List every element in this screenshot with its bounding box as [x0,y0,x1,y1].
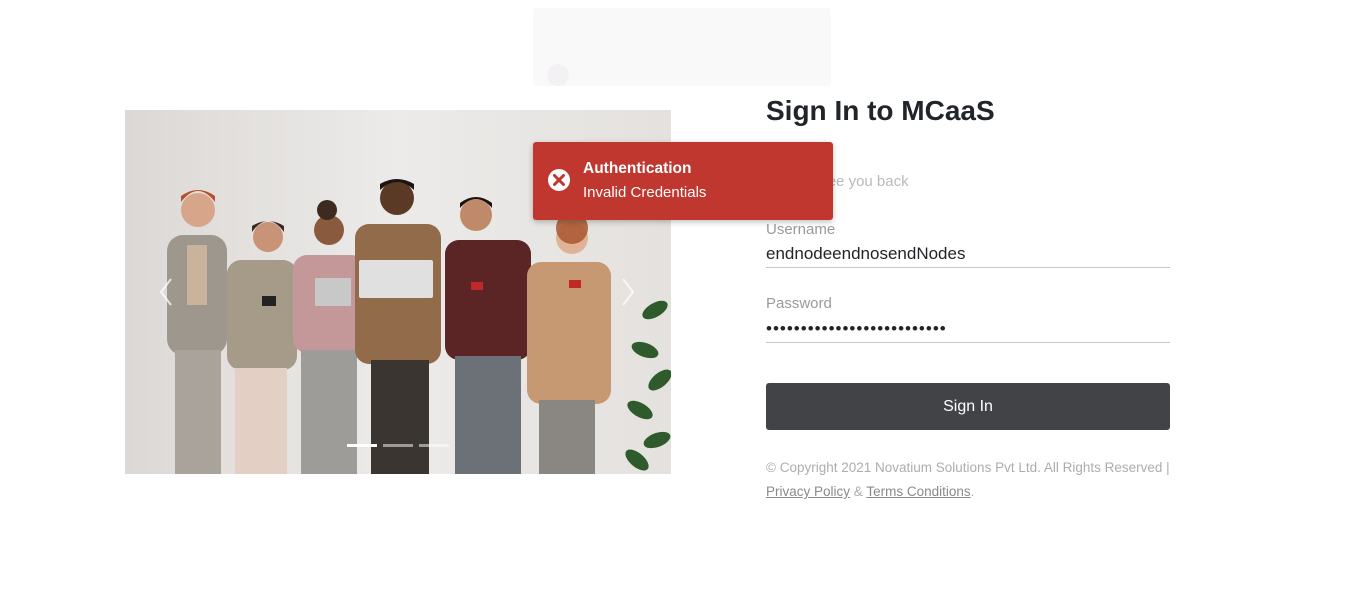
copyright-text: © Copyright 2021 Novatium Solutions Pvt … [766,460,1170,475]
faded-toast-icon [547,64,569,86]
close-circle-icon [547,168,571,192]
carousel-indicator-3[interactable] [419,444,449,447]
chevron-left-icon[interactable] [157,277,175,307]
toast-title: Authentication [583,160,692,177]
footer: © Copyright 2021 Novatium Solutions Pvt … [766,456,1186,504]
error-toast[interactable]: Authentication Invalid Credentials [533,142,833,220]
username-label: Username [766,221,836,238]
faded-toast [533,8,831,86]
chevron-right-icon[interactable] [619,277,637,307]
carousel-indicator-1[interactable] [347,444,377,447]
sign-in-button[interactable]: Sign In [766,383,1170,430]
privacy-policy-link[interactable]: Privacy Policy [766,484,850,499]
toast-message: Invalid Credentials [583,184,707,201]
footer-end: . [970,484,975,499]
login-page: Sign In to MCaaS good to see you back Us… [0,0,1366,612]
username-input[interactable] [766,241,1170,268]
carousel-indicator-2[interactable] [383,444,413,447]
password-input[interactable] [766,316,1170,343]
carousel-indicators [347,444,449,448]
password-label: Password [766,295,832,312]
terms-conditions-link[interactable]: Terms Conditions [866,484,970,499]
page-title: Sign In to MCaaS [766,95,995,126]
footer-separator: & [853,484,863,499]
